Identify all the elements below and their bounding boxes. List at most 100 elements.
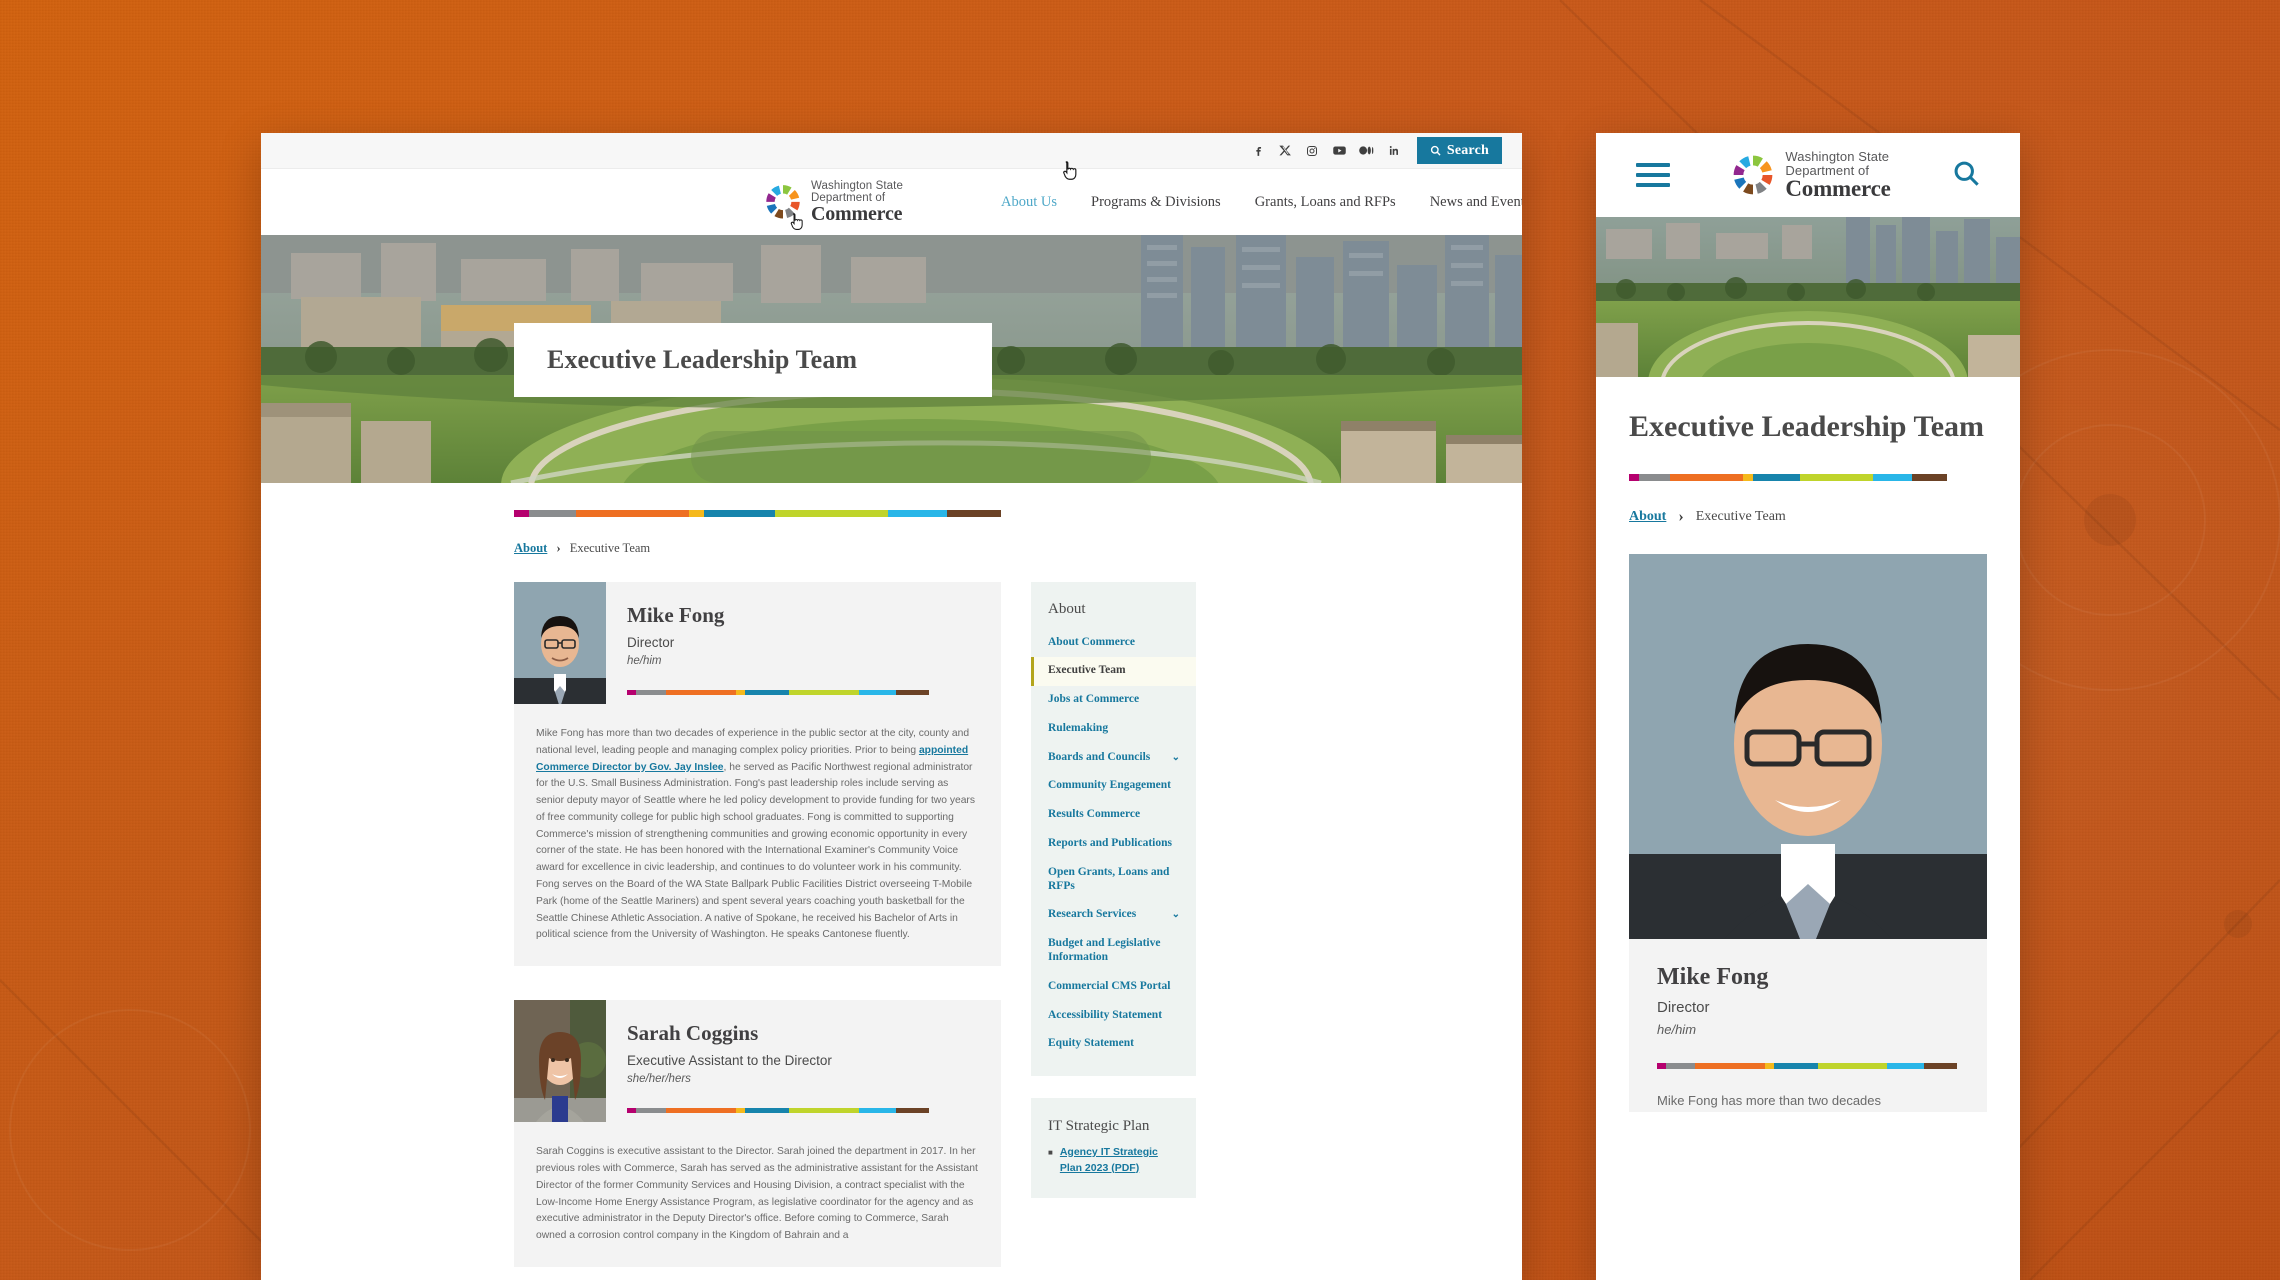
stripe-segment [858, 1108, 896, 1114]
stripe-segment [735, 690, 745, 696]
nav-item-about-us[interactable]: About Us [1001, 194, 1057, 211]
stripe-segment [704, 510, 776, 517]
stripe-segment [636, 690, 666, 696]
sidebar-item-label: Boards and Councils [1048, 750, 1151, 763]
sidebar-item-executive-team[interactable]: Executive Team [1031, 656, 1196, 686]
sidebar-item-list: About Commerce Executive Team Jobs at Comm… [1031, 628, 1196, 1059]
mobile-body: Executive Leadership Team About › Execut… [1596, 377, 2020, 1113]
sidebar-item-budget-and-legislative-information[interactable]: Budget and Legislative Information [1031, 930, 1196, 973]
hamburger-icon[interactable] [1636, 163, 1670, 187]
mobile-header: Washington State Department of Commerce [1596, 133, 2020, 217]
x-twitter-icon[interactable] [1272, 137, 1299, 164]
brand-line-1: Washington State [811, 179, 903, 192]
profile-pronouns: she/her/hers [627, 1073, 691, 1086]
stripe-segment [744, 1108, 790, 1114]
stripe-segment [1799, 474, 1874, 482]
sidebar: About About Commerce Executive Team Jobs a… [1031, 582, 1196, 1199]
brand-line-1: Washington State [1785, 148, 1890, 164]
mobile-profile-meta: Mike Fong Director he/him [1629, 939, 1987, 1070]
sidebar-item-research-services[interactable]: Research Services ⌄ [1031, 901, 1196, 930]
sidebar-item-jobs-at-commerce[interactable]: Jobs at Commerce [1031, 686, 1196, 715]
mobile-search-icon[interactable] [1952, 159, 1980, 192]
sidebar-item-rulemaking[interactable]: Rulemaking [1031, 714, 1196, 743]
headshot-illustration [514, 582, 606, 704]
mobile-site-logo[interactable]: Washington State Department of Commerce [1731, 148, 1891, 202]
nav-item-news-and-events[interactable]: News and Events [1430, 194, 1522, 211]
sidebar-item-accessibility-statement[interactable]: Accessibility Statement [1031, 1001, 1196, 1030]
brand-color-stripe [514, 510, 1001, 517]
stripe-segment [1629, 474, 1639, 482]
site-logo[interactable]: Washington State Department of Commerce [764, 180, 903, 224]
breadcrumb-current: Executive Team [569, 540, 651, 555]
sidebar-item-label: Reports and Publications [1048, 837, 1172, 850]
search-button[interactable]: Search [1416, 137, 1502, 164]
it-strategic-plan-box: IT Strategic Plan ■ Agency IT Strategic … [1031, 1097, 1196, 1199]
page-title-card: Executive Leadership Team [514, 323, 992, 397]
facebook-icon[interactable] [1245, 137, 1272, 164]
sidebar-item-community-engagement[interactable]: Community Engagement [1031, 772, 1196, 801]
brand-line-2: Department of [1785, 162, 1870, 178]
chevron-down-icon[interactable]: ⌄ [1172, 909, 1180, 921]
stripe-segment [514, 510, 529, 517]
sidebar-item-label: Rulemaking [1048, 721, 1109, 734]
sidebar-item-label: Equity Statement [1048, 1037, 1134, 1050]
it-plan-title: IT Strategic Plan [1048, 1117, 1150, 1134]
chevron-down-icon[interactable]: ⌄ [1172, 752, 1180, 764]
stripe-segment [627, 1108, 637, 1114]
headshot-illustration [1629, 554, 1987, 940]
stripe-segment [665, 690, 736, 696]
logo-text: Washington State Department of Commerce [811, 180, 903, 224]
instagram-icon[interactable] [1299, 137, 1326, 164]
stripe-segment [1638, 474, 1670, 482]
sidebar-item-equity-statement[interactable]: Equity Statement [1031, 1030, 1196, 1059]
stripe-segment [1743, 474, 1754, 482]
headshot-illustration [514, 1000, 606, 1123]
bio-text-part-2: , he served as Pacific Northwest regiona… [536, 761, 976, 941]
sidebar-item-open-grants-loans-and-rfps[interactable]: Open Grants, Loans and RFPs [1031, 858, 1196, 901]
sidebar-item-commercial-cms-portal[interactable]: Commercial CMS Portal [1031, 972, 1196, 1001]
nav-item-grants-loans-rfps[interactable]: Grants, Loans and RFPs [1255, 194, 1396, 211]
nav-item-programs-divisions[interactable]: Programs & Divisions [1091, 194, 1221, 211]
it-plan-pdf-link[interactable]: Agency IT Strategic Plan 2023 (PDF) [1060, 1145, 1179, 1177]
youtube-icon[interactable] [1326, 137, 1353, 164]
page-content: About › Executive Team Mike Fong Directo… [261, 510, 1522, 1280]
mobile-breadcrumb: About › Executive Team [1629, 508, 1987, 526]
search-icon [1430, 145, 1441, 156]
breadcrumb-chevron-icon: › [556, 540, 561, 555]
profile-name: Sarah Coggins [627, 1021, 759, 1046]
sidebar-item-label: Jobs at Commerce [1048, 693, 1140, 706]
profile-role: Executive Assistant to the Director [627, 1053, 832, 1069]
sidebar-item-about-commerce[interactable]: About Commerce [1031, 628, 1196, 657]
stripe-segment [858, 690, 896, 696]
mobile-breadcrumb-link-about[interactable]: About [1629, 509, 1666, 525]
sidebar-item-label: Accessibility Statement [1048, 1008, 1163, 1021]
sidebar-item-label: Results Commerce [1048, 808, 1141, 821]
stripe-segment [1695, 1063, 1765, 1070]
utility-bar: Search [261, 133, 1522, 169]
breadcrumb: About › Executive Team [514, 540, 1522, 556]
profile-bio: Sarah Coggins is executive assistant to … [536, 1146, 978, 1242]
sidebar-title: About [1048, 601, 1086, 617]
sidebar-item-reports-and-publications[interactable]: Reports and Publications [1031, 830, 1196, 859]
brand-line-3: Commerce [1785, 176, 1891, 202]
linkedin-icon[interactable] [1380, 137, 1407, 164]
stripe-segment [1774, 1063, 1818, 1070]
sidebar-item-label: Commercial CMS Portal [1048, 979, 1171, 992]
sidebar-nav-box: About About Commerce Executive Team Jobs a… [1031, 582, 1196, 1076]
stripe-segment [775, 510, 889, 517]
stripe-segment [665, 1108, 736, 1114]
stripe-segment [888, 510, 948, 517]
stripe-segment [1666, 1063, 1696, 1070]
sidebar-item-boards-and-councils[interactable]: Boards and Councils ⌄ [1031, 743, 1196, 772]
mobile-profile-pronouns: he/him [1657, 1022, 1697, 1038]
mobile-brand-stripe [1629, 474, 1947, 482]
stripe-segment [789, 1108, 859, 1114]
breadcrumb-link-about[interactable]: About [514, 541, 547, 556]
sidebar-item-results-commerce[interactable]: Results Commerce [1031, 801, 1196, 830]
profile-color-stripe [627, 1108, 929, 1114]
profile-header: Mike Fong Director he/him [514, 582, 1001, 704]
medium-icon[interactable] [1353, 137, 1380, 164]
stripe-segment [1817, 1063, 1888, 1070]
profile-bio: Mike Fong has more than two decades of e… [514, 704, 1001, 966]
mobile-profile-photo [1629, 554, 1987, 940]
